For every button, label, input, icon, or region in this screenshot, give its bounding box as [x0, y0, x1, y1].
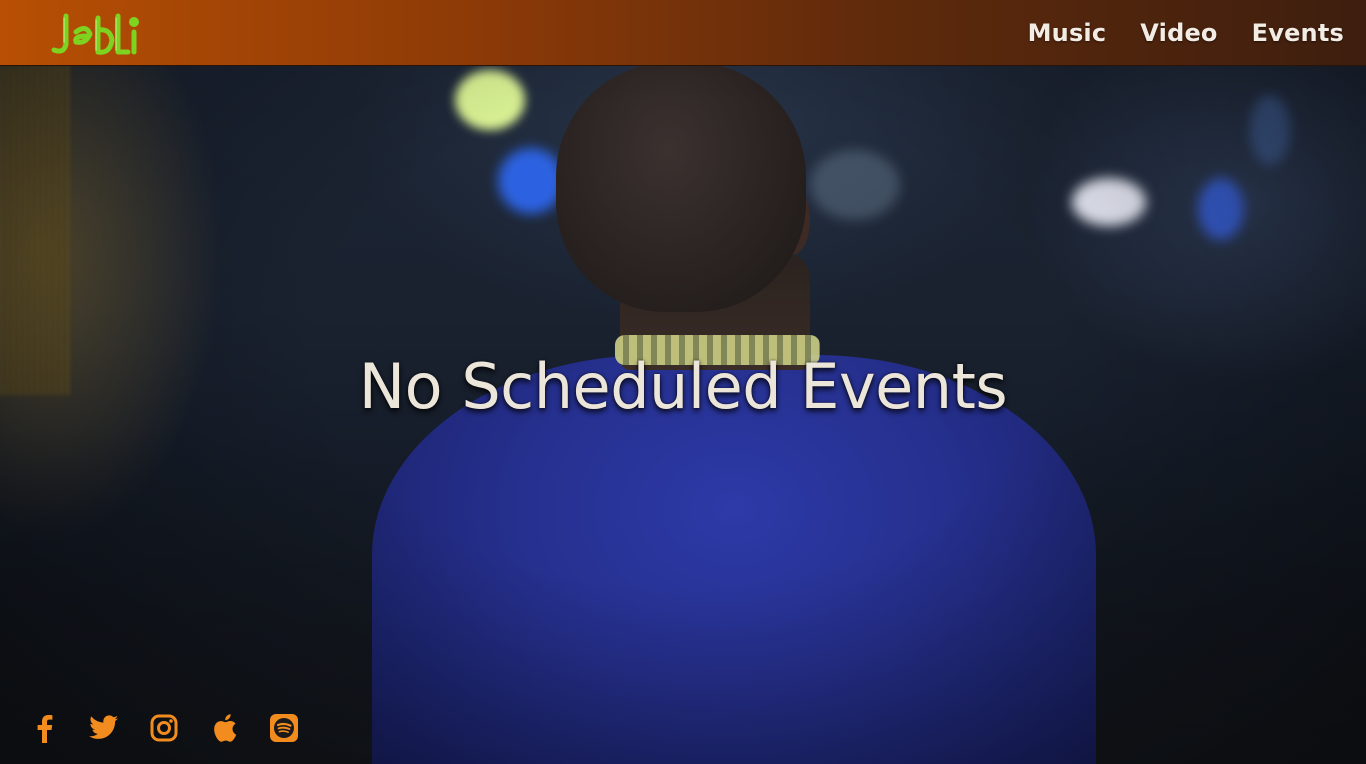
main-nav: Music Video Events	[1028, 0, 1344, 65]
nav-events[interactable]: Events	[1252, 19, 1344, 47]
spotify-icon[interactable]	[268, 712, 300, 744]
facebook-icon[interactable]	[28, 712, 60, 744]
no-events-message: No Scheduled Events	[358, 350, 1008, 423]
nav-video[interactable]: Video	[1140, 19, 1217, 47]
instagram-icon[interactable]	[148, 712, 180, 744]
logo-graffiti	[51, 13, 139, 55]
twitter-icon[interactable]	[88, 712, 120, 744]
social-links	[28, 712, 300, 744]
site-header: Music Video Events	[0, 0, 1366, 66]
site-logo[interactable]	[46, 10, 142, 60]
nav-music[interactable]: Music	[1028, 19, 1107, 47]
events-page: Music Video Events No Scheduled Events	[0, 0, 1366, 764]
apple-icon[interactable]	[208, 712, 240, 744]
